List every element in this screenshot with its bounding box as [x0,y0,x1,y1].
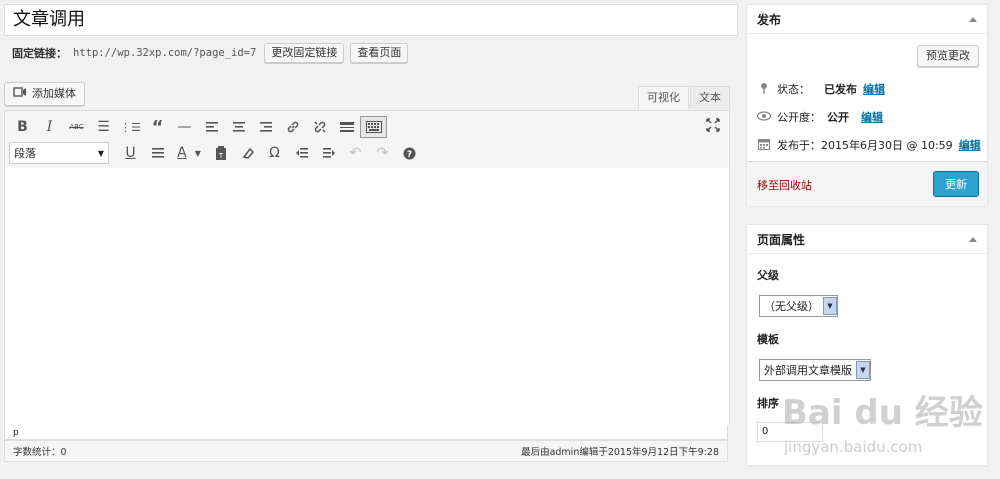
template-select[interactable]: 外部调用文章模版 ▼ [759,359,871,381]
last-edited: 最后由admin编辑于2015年9月12日下午9:28 [521,447,719,458]
read-more-icon[interactable] [333,116,360,138]
tab-visual[interactable]: 可视化 [638,86,689,109]
align-right-icon[interactable] [252,116,279,138]
change-permalink-button[interactable]: 更改固定链接 [264,43,345,63]
order-label: 排序 [757,397,779,410]
edit-visibility-link[interactable]: 编辑 [861,109,883,125]
calendar-icon [757,138,771,153]
format-select[interactable]: 段落 ▼ [9,142,109,164]
fullscreen-icon[interactable] [699,114,726,136]
media-icon [13,86,27,102]
bold-icon[interactable]: B [9,116,36,138]
view-page-button[interactable]: 查看页面 [350,43,409,63]
unlink-icon[interactable] [306,116,333,138]
collapse-arrow-icon[interactable] [969,236,977,242]
order-input[interactable]: 0 [757,422,823,442]
template-label: 模板 [757,333,779,346]
svg-text:T: T [217,152,223,160]
parent-select[interactable]: （无父级） ▼ [759,295,838,317]
visibility-label: 公开度： [777,111,821,124]
status-value: 已发布 [824,83,857,96]
pin-icon [757,82,771,97]
format-select-value: 段落 [14,147,36,160]
page-attributes-title: 页面属性 [757,232,806,247]
help-icon[interactable]: ? [396,142,423,164]
redo-icon[interactable]: ↷ [369,142,396,164]
visibility-value: 公开 [827,111,849,124]
link-icon[interactable] [279,116,306,138]
strikethrough-icon[interactable]: ABC [63,116,90,138]
edit-date-link[interactable]: 编辑 [959,137,981,153]
preview-changes-button[interactable]: 预览更改 [917,45,979,67]
paste-text-icon[interactable]: T [207,142,234,164]
underline-icon[interactable]: U [117,142,144,164]
title-input[interactable]: 文章调用 [4,4,738,36]
publish-box-title: 发布 [757,12,782,27]
clear-formatting-icon[interactable] [234,142,261,164]
template-select-value: 外部调用文章模版 [764,364,852,377]
move-to-trash-link[interactable]: 移至回收站 [757,177,812,193]
page-attributes-header[interactable]: 页面属性 [747,225,987,254]
published-label: 发布于： [777,139,821,152]
element-path: p [4,426,728,440]
align-center-icon[interactable] [225,116,252,138]
bullet-list-icon[interactable]: ☰ [90,116,117,138]
permalink-row: 固定链接： http://wp.32xp.com/?page_id=7 更改固定… [12,42,409,64]
horizontal-line-icon[interactable]: — [171,116,198,138]
content-editor[interactable] [4,168,730,426]
add-media-button[interactable]: 添加媒体 [4,82,85,106]
chevron-down-icon: ▼ [97,148,104,158]
outdent-icon[interactable] [288,142,315,164]
publish-box: 发布 预览更改 状态： 已发布 编辑 公开度： 公开 编辑 发布于： 2015年… [746,4,988,206]
svg-text:?: ? [407,150,412,160]
justify-icon[interactable] [144,142,171,164]
permalink-url[interactable]: http://wp.32xp.com/?page_id=7 [73,47,256,59]
collapse-arrow-icon[interactable] [969,16,977,22]
blockquote-icon[interactable]: “ [144,116,171,138]
numbered-list-icon[interactable]: ⋮☰ [117,116,144,138]
align-left-icon[interactable] [198,116,225,138]
word-count: 字数统计：0 [13,447,67,458]
italic-icon[interactable]: I [36,116,63,138]
published-value: 2015年6月30日 @ 10:59 [821,139,953,152]
undo-icon[interactable]: ↶ [342,142,369,164]
chevron-down-icon: ▼ [823,297,837,315]
publish-box-header[interactable]: 发布 [747,5,987,34]
status-bar: 字数统计：0 最后由admin编辑于2015年9月12日下午9:28 [4,440,728,462]
parent-label: 父级 [757,269,779,282]
indent-icon[interactable] [315,142,342,164]
special-character-icon[interactable]: Ω [261,142,288,164]
editor-toolbar: B I ABC ☰ ⋮☰ “ — 段落 ▼ U A ▼ T Ω ↶ ↷ ? [4,110,730,170]
eye-icon [756,110,772,124]
text-color-icon[interactable]: A ▼ [171,142,207,164]
page-attributes-box: 页面属性 父级 （无父级） ▼ 模板 外部调用文章模版 ▼ 排序 0 [746,224,988,466]
status-label: 状态： [777,83,810,96]
edit-status-link[interactable]: 编辑 [863,81,885,97]
update-button[interactable]: 更新 [933,171,979,197]
chevron-down-icon: ▼ [856,361,870,379]
parent-select-value: （无父级） [764,300,819,313]
toolbar-toggle-icon[interactable] [360,116,387,138]
permalink-label: 固定链接： [12,47,67,60]
add-media-label: 添加媒体 [32,87,76,100]
tab-text[interactable]: 文本 [690,86,730,109]
